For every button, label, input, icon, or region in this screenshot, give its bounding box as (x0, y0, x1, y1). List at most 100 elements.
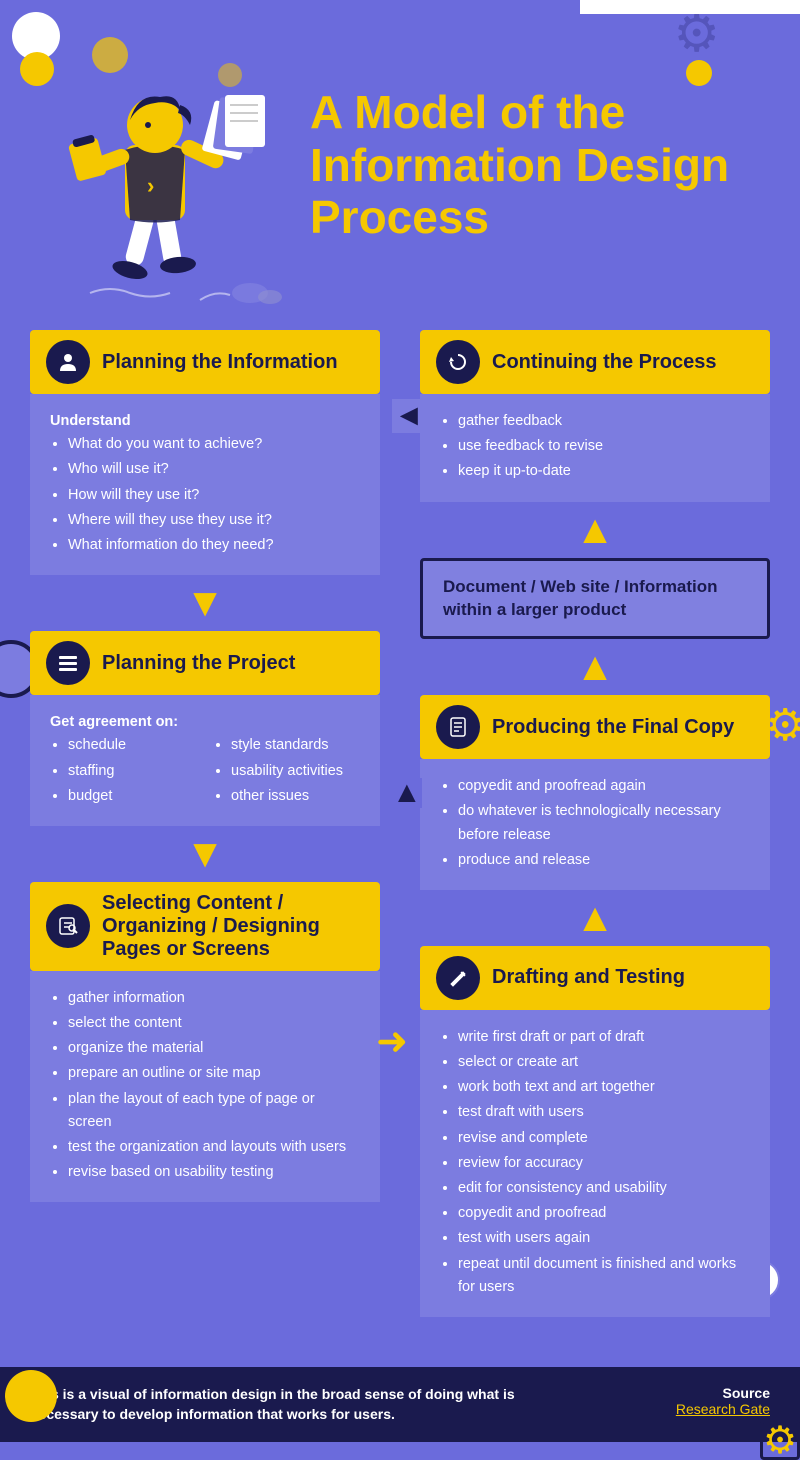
planning-info-icon (46, 340, 90, 384)
list-item: How will they use it? (68, 484, 360, 507)
arrow-down-1: ▼ (30, 575, 380, 631)
planning-info-title: Planning the Information (102, 351, 338, 374)
arrow-up-2: ▲ (420, 639, 770, 695)
get-agreement-label: Get agreement on: (50, 711, 360, 734)
diagram-grid: Planning the Information Understand What… (30, 330, 770, 1317)
arrow-down-2: ▼ (30, 826, 380, 882)
source-label: Source (676, 1385, 770, 1401)
deco-circle-left-bottom (5, 1370, 57, 1422)
final-copy-icon (436, 705, 480, 749)
list-item: repeat until document is finished and wo… (458, 1253, 750, 1299)
list-item: use feedback to revise (458, 435, 750, 458)
list-item: copyedit and proofread (458, 1202, 750, 1225)
planning-project-two-col: schedule staffing budget style standards… (50, 734, 360, 810)
list-item: do whatever is technologically necessary… (458, 800, 750, 846)
planning-project-title: Planning the Project (102, 652, 295, 675)
left-column: Planning the Information Understand What… (30, 330, 400, 1317)
planning-project-body: Get agreement on: schedule staffing budg… (30, 695, 380, 826)
header-title-area: A Model of the Information Design Proces… (310, 86, 770, 245)
drafting-list: write first draft or part of draft selec… (440, 1026, 750, 1299)
gear-icon-right: ⚙ (766, 700, 800, 751)
arrow-up-1: ▲ (420, 502, 770, 558)
planning-project-right-list: style standards usability activities oth… (213, 734, 360, 810)
list-item: staffing (68, 760, 197, 783)
list-item: What information do they need? (68, 534, 360, 557)
list-item: Where will they use they use it? (68, 509, 360, 532)
source-link: Research Gate (676, 1401, 770, 1417)
header: ⚙ › (0, 0, 800, 320)
svg-text:›: › (147, 173, 154, 198)
deco-circle-yellow-tr (686, 60, 712, 86)
arrow-left-continuing: ◄ (392, 399, 426, 433)
list-item: test draft with users (458, 1101, 750, 1124)
drafting-icon (436, 956, 480, 1000)
gear-icon-top: ⚙ (673, 8, 720, 60)
list-item: schedule (68, 734, 197, 757)
planning-project-section: Planning the Project Get agreement on: s… (30, 631, 380, 826)
doc-type-text: Document / Web site / Information within… (443, 577, 718, 620)
list-item: copyedit and proofread again (458, 775, 750, 798)
footer-source-area: Source Research Gate (676, 1385, 770, 1417)
planning-info-body: Understand What do you want to achieve? … (30, 394, 380, 575)
right-column: ◄ Continuing the Process gather feedback… (400, 330, 770, 1317)
planning-info-list: What do you want to achieve? Who will us… (50, 433, 360, 557)
continuing-list: gather feedback use feedback to revise k… (440, 410, 750, 484)
list-item: plan the layout of each type of page or … (68, 1088, 360, 1134)
final-copy-title: Producing the Final Copy (492, 716, 734, 739)
list-item: test with users again (458, 1227, 750, 1250)
main-content: ⚙ ⚙ Planning the Information (0, 320, 800, 1367)
list-item: Who will use it? (68, 458, 360, 481)
arrow-up-3: ▲ (420, 890, 770, 946)
header-illustration: › (30, 25, 290, 305)
list-item: produce and release (458, 849, 750, 872)
list-item: organize the material (68, 1037, 360, 1060)
drafting-title: Drafting and Testing (492, 966, 685, 989)
selecting-content-icon (46, 904, 90, 948)
arrow-right-to-drafting: ➜ (376, 1023, 408, 1061)
selecting-content-section: Selecting Content / Organizing / Designi… (30, 882, 380, 1203)
page-title: A Model of the Information Design Proces… (310, 86, 770, 245)
understand-label: Understand (50, 410, 360, 433)
continuing-icon (436, 340, 480, 384)
list-item: gather information (68, 987, 360, 1010)
bottom-spacer (30, 1317, 770, 1347)
selecting-content-title: Selecting Content / Organizing / Designi… (102, 892, 364, 961)
drafting-body: write first draft or part of draft selec… (420, 1010, 770, 1317)
list-item: edit for consistency and usability (458, 1177, 750, 1200)
drafting-section: Drafting and Testing write first draft o… (420, 946, 770, 1317)
selecting-content-header: Selecting Content / Organizing / Designi… (30, 882, 380, 971)
list-item: select or create art (458, 1051, 750, 1074)
planning-project-left-list: schedule staffing budget (50, 734, 197, 810)
final-copy-body: copyedit and proofread again do whatever… (420, 759, 770, 890)
arrow-up-indicator-final: ▲ (392, 778, 422, 808)
list-item: gather feedback (458, 410, 750, 433)
list-item: write first draft or part of draft (458, 1026, 750, 1049)
list-item: usability activities (231, 760, 360, 783)
doc-type-box: Document / Web site / Information within… (420, 558, 770, 640)
continuing-title: Continuing the Process (492, 351, 716, 374)
continuing-section: ◄ Continuing the Process gather feedback… (420, 330, 770, 502)
footer: This is a visual of information design i… (0, 1367, 800, 1442)
list-item: work both text and art together (458, 1076, 750, 1099)
footer-description: This is a visual of information design i… (30, 1385, 530, 1424)
planning-project-icon (46, 641, 90, 685)
list-item: prepare an outline or site map (68, 1062, 360, 1085)
list-item: keep it up-to-date (458, 460, 750, 483)
continuing-header: Continuing the Process (420, 330, 770, 394)
planning-project-header: Planning the Project (30, 631, 380, 695)
list-item: review for accuracy (458, 1152, 750, 1175)
final-copy-header: Producing the Final Copy (420, 695, 770, 759)
planning-info-section: Planning the Information Understand What… (30, 330, 380, 575)
continuing-body: gather feedback use feedback to revise k… (420, 394, 770, 502)
list-item: test the organization and layouts with u… (68, 1136, 360, 1159)
drafting-header: Drafting and Testing (420, 946, 770, 1010)
list-item: other issues (231, 785, 360, 808)
final-copy-list: copyedit and proofread again do whatever… (440, 775, 750, 872)
top-bar-accent (580, 0, 800, 14)
selecting-content-body: gather information select the content or… (30, 971, 380, 1203)
list-item: style standards (231, 734, 360, 757)
list-item: What do you want to achieve? (68, 433, 360, 456)
planning-info-header: Planning the Information (30, 330, 380, 394)
list-item: revise based on usability testing (68, 1161, 360, 1184)
selecting-content-list: gather information select the content or… (50, 987, 360, 1185)
